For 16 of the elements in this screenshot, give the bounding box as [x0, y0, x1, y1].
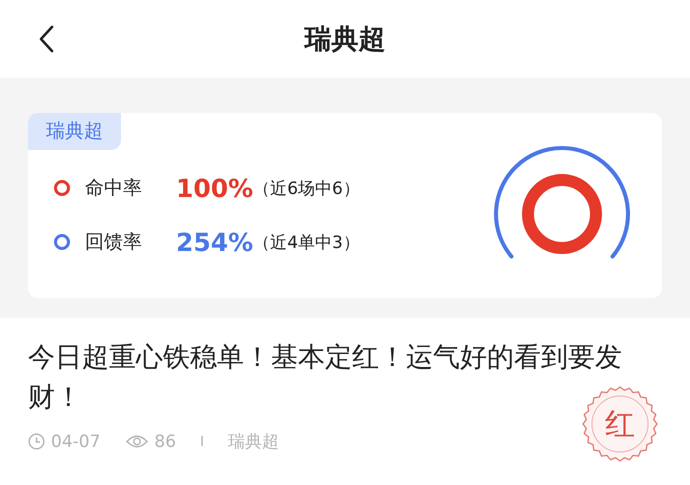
- page-title: 瑞典超: [304, 23, 386, 57]
- post-category: 瑞典超: [228, 431, 280, 453]
- eye-icon: [126, 434, 148, 449]
- metric-label: 回馈率: [85, 230, 143, 255]
- back-icon[interactable]: [38, 25, 54, 53]
- metric-note: （近4单中3）: [253, 232, 360, 254]
- view-count: 86: [154, 432, 176, 452]
- separator: I: [200, 434, 204, 450]
- metric-label: 命中率: [85, 176, 143, 201]
- league-tag: 瑞典超: [28, 113, 121, 150]
- post-date: 04-07: [51, 432, 100, 452]
- metric-value: 100%: [176, 174, 254, 202]
- metric-note: （近6场中6）: [253, 178, 360, 200]
- result-stamp: 红: [580, 384, 660, 464]
- clock-icon: [28, 433, 45, 450]
- metric-value: 254%: [176, 228, 254, 256]
